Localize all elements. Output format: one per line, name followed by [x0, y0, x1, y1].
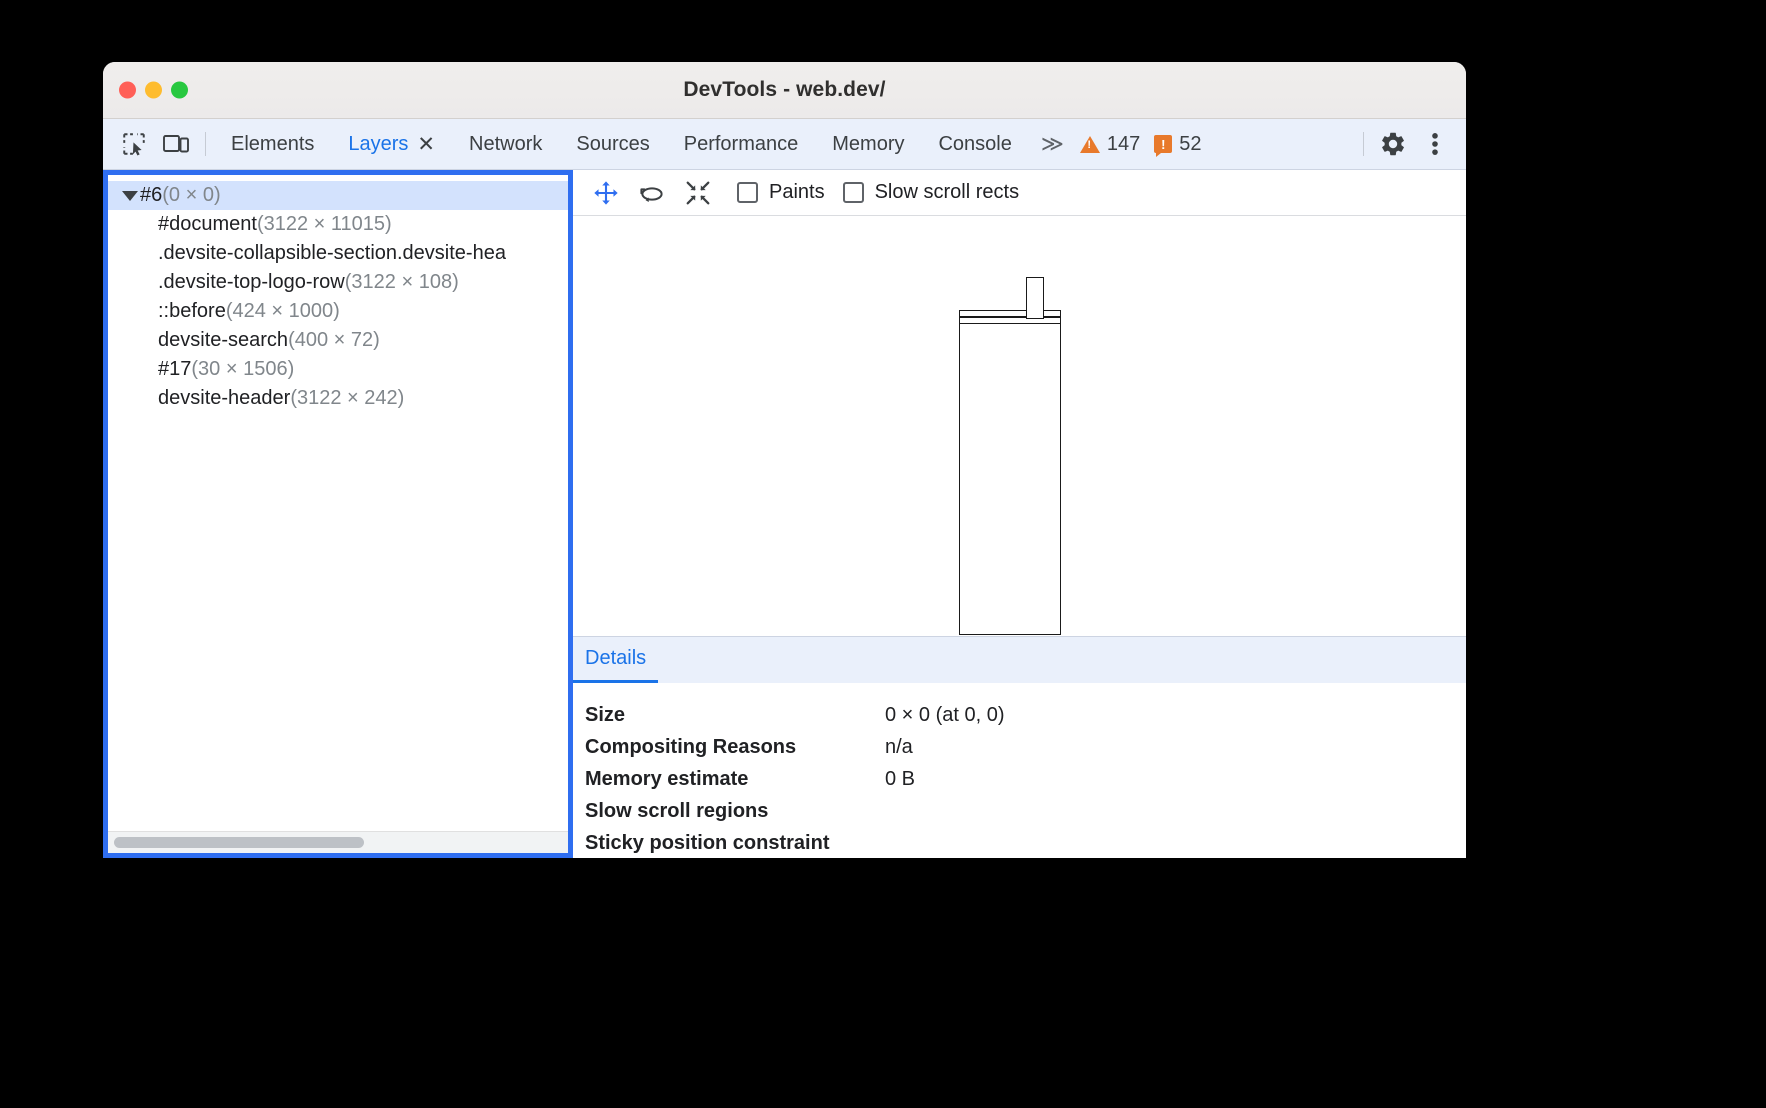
layer-tree-row-6[interactable]: #17 (30 × 1506) — [108, 355, 568, 384]
tab-label: Network — [469, 133, 542, 156]
tab-sources[interactable]: Sources — [559, 119, 666, 170]
tab-label: Memory — [832, 133, 904, 156]
details-key: Memory estimate — [585, 768, 885, 791]
tab-details[interactable]: Details — [573, 636, 658, 683]
layer-tree-row-5[interactable]: devsite-search (400 × 72) — [108, 326, 568, 355]
details-row-memory-estimate: Memory estimate 0 B — [585, 763, 1466, 795]
warning-icon — [1080, 136, 1100, 153]
scrollbar-thumb[interactable] — [114, 837, 364, 848]
tab-performance[interactable]: Performance — [667, 119, 816, 170]
layer-visual-small-box[interactable] — [1026, 277, 1044, 319]
details-key: Slow scroll regions — [585, 800, 885, 823]
inspect-element-icon[interactable] — [113, 123, 155, 165]
layer-tree-row-4[interactable]: ::before (424 × 1000) — [108, 297, 568, 326]
layer-tree-panel: #6 (0 × 0) #document (3122 × 11015) .dev… — [103, 170, 573, 858]
checkbox-label: Slow scroll rects — [875, 181, 1019, 204]
window-title: DevTools - web.dev/ — [103, 78, 1466, 102]
layer-tree-row-7[interactable]: devsite-header (3122 × 242) — [108, 384, 568, 413]
layer-visual-top-strip-2[interactable] — [959, 310, 1061, 317]
more-options-icon[interactable] — [1414, 123, 1456, 165]
devtools-window: DevTools - web.dev/ Elements Layers ✕ Ne… — [103, 62, 1466, 858]
layer-node-name: devsite-header — [158, 387, 290, 410]
tab-elements[interactable]: Elements — [214, 119, 331, 170]
tab-label: Console — [938, 133, 1011, 156]
tabbar-divider — [205, 132, 206, 156]
layers-panel: #6 (0 × 0) #document (3122 × 11015) .dev… — [103, 170, 1466, 858]
layer-tree-row-0[interactable]: #6 (0 × 0) — [108, 181, 568, 210]
minimize-window-button[interactable] — [145, 82, 162, 99]
gear-icon[interactable] — [1372, 123, 1414, 165]
layer-node-size: (400 × 72) — [288, 329, 380, 352]
layer-node-size: (3122 × 242) — [290, 387, 404, 410]
details-key: Size — [585, 704, 885, 727]
details-value: n/a — [885, 736, 913, 759]
layer-node-name: #6 — [140, 184, 162, 207]
tab-network[interactable]: Network — [452, 119, 559, 170]
layer-node-size: (30 × 1506) — [191, 358, 294, 381]
layer-node-name: .devsite-top-logo-row — [158, 271, 345, 294]
tab-label: Layers — [348, 133, 408, 156]
details-key: Compositing Reasons — [585, 736, 885, 759]
layer-visual-tall-box[interactable] — [959, 323, 1061, 635]
reset-transform-button[interactable] — [677, 174, 719, 212]
layer-3d-canvas[interactable] — [573, 216, 1466, 636]
details-key: Sticky position constraint — [585, 832, 885, 855]
details-row-compositing-reasons: Compositing Reasons n/a — [585, 731, 1466, 763]
error-icon — [1154, 135, 1172, 153]
tab-label: Elements — [231, 133, 314, 156]
tabbar-right-group — [1355, 123, 1466, 165]
chevron-down-icon[interactable] — [122, 191, 138, 201]
layer-node-size: (3122 × 108) — [345, 271, 459, 294]
tab-label: Sources — [576, 133, 649, 156]
layer-node-size: (0 × 0) — [162, 184, 220, 207]
pan-mode-button[interactable] — [585, 174, 627, 212]
layer-node-size: (3122 × 11015) — [257, 213, 392, 236]
layer-node-size: (424 × 1000) — [226, 300, 340, 323]
layer-tree[interactable]: #6 (0 × 0) #document (3122 × 11015) .dev… — [108, 175, 568, 831]
layer-node-name: ::before — [158, 300, 226, 323]
tab-label: Performance — [684, 133, 799, 156]
error-counter[interactable]: 52 — [1147, 133, 1208, 156]
details-value: 0 B — [885, 768, 915, 791]
layer-viewer-pane: Paints Slow scroll rects Details Si — [573, 170, 1466, 858]
layer-node-name: devsite-search — [158, 329, 288, 352]
warning-count: 147 — [1107, 133, 1140, 156]
paints-checkbox[interactable]: Paints — [737, 181, 825, 204]
slow-scroll-rects-checkbox[interactable]: Slow scroll rects — [843, 181, 1019, 204]
layer-node-name: #17 — [158, 358, 191, 381]
layer-node-name: .devsite-collapsible-section.devsite-hea — [158, 242, 506, 265]
layer-tree-row-2[interactable]: .devsite-collapsible-section.devsite-hea — [108, 239, 568, 268]
tabbar-divider-2 — [1363, 132, 1364, 156]
tab-layers[interactable]: Layers ✕ — [331, 119, 452, 170]
layer-node-name: #document — [158, 213, 257, 236]
devtools-tabbar: Elements Layers ✕ Network Sources Perfor… — [103, 119, 1466, 170]
device-toolbar-icon[interactable] — [155, 123, 197, 165]
warning-counter[interactable]: 147 — [1073, 133, 1147, 156]
details-value: 0 × 0 (at 0, 0) — [885, 704, 1005, 727]
layer-tree-horizontal-scrollbar[interactable] — [108, 831, 568, 853]
details-content: Size 0 × 0 (at 0, 0) Compositing Reasons… — [573, 683, 1466, 858]
traffic-lights — [119, 82, 188, 99]
layer-view-toolbar: Paints Slow scroll rects — [573, 170, 1466, 216]
maximize-window-button[interactable] — [171, 82, 188, 99]
rotate-mode-button[interactable] — [631, 174, 673, 212]
details-row-sticky-position-constraint: Sticky position constraint — [585, 827, 1466, 858]
close-icon[interactable]: ✕ — [417, 134, 435, 155]
layer-tree-row-1[interactable]: #document (3122 × 11015) — [108, 210, 568, 239]
details-row-size: Size 0 × 0 (at 0, 0) — [585, 699, 1466, 731]
error-count: 52 — [1179, 133, 1201, 156]
checkbox-label: Paints — [769, 181, 825, 204]
window-titlebar: DevTools - web.dev/ — [103, 62, 1466, 119]
layer-tree-row-3[interactable]: .devsite-top-logo-row (3122 × 108) — [108, 268, 568, 297]
checkbox-box[interactable] — [737, 182, 758, 203]
details-tabbar: Details — [573, 636, 1466, 683]
more-tabs-icon[interactable]: ≫ — [1029, 131, 1073, 157]
layer-visual-top-strip-1[interactable] — [959, 317, 1061, 324]
tab-memory[interactable]: Memory — [815, 119, 921, 170]
details-row-slow-scroll-regions: Slow scroll regions — [585, 795, 1466, 827]
checkbox-box[interactable] — [843, 182, 864, 203]
close-window-button[interactable] — [119, 82, 136, 99]
tab-console[interactable]: Console — [921, 119, 1028, 170]
